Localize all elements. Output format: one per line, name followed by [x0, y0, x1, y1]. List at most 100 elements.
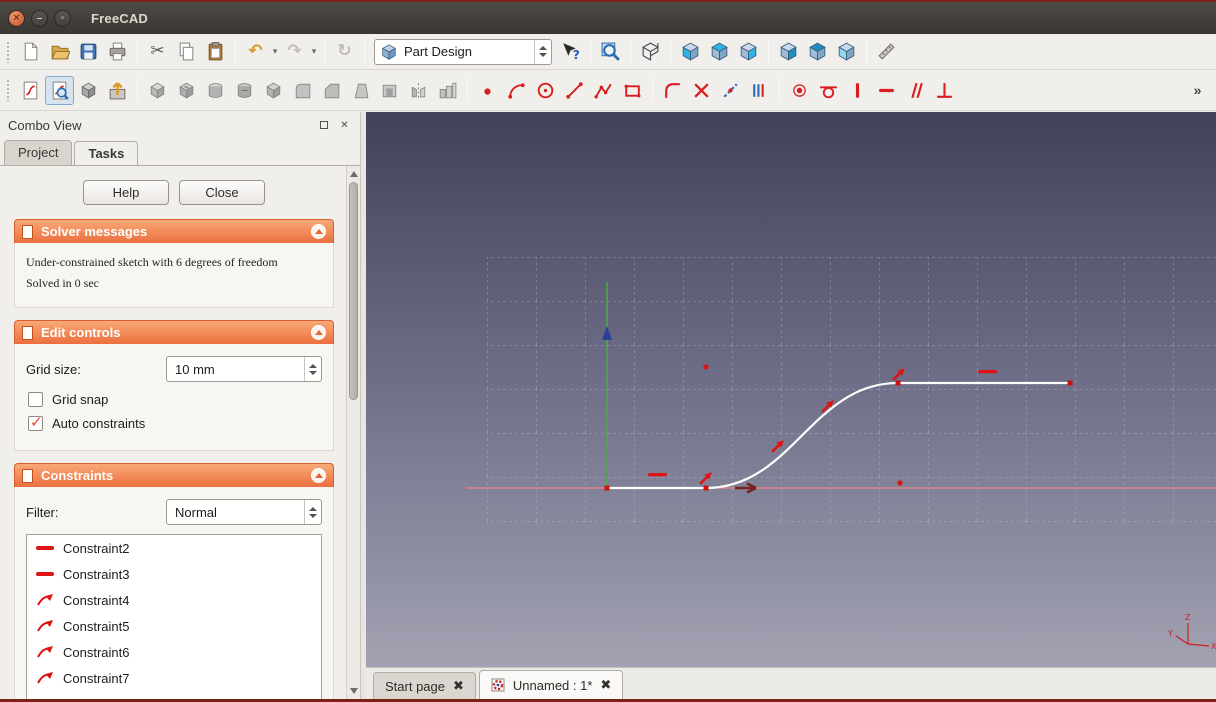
edit-controls-header[interactable]: Edit controls [14, 320, 334, 344]
carbon-copy-button[interactable] [745, 76, 774, 105]
scroll-down-arrow-icon[interactable] [350, 688, 358, 694]
auto-constraints-checkbox[interactable] [28, 413, 43, 431]
copy-button[interactable] [172, 37, 201, 66]
constraint-list-item[interactable]: Constraint3 [27, 561, 321, 587]
whats-this-button[interactable]: ? [556, 37, 585, 66]
close-task-button[interactable]: Close [179, 180, 265, 205]
save-document-button[interactable] [74, 37, 103, 66]
constrain-vertical-button[interactable] [843, 76, 872, 105]
thickness-button[interactable] [375, 76, 404, 105]
external-geometry-button[interactable] [716, 76, 745, 105]
constraint-list-item[interactable]: Constraint2 [27, 535, 321, 561]
constraint-list-item[interactable]: Constraint5 [27, 613, 321, 639]
collapse-section-button[interactable] [311, 224, 326, 239]
close-tab-icon[interactable]: ✖ [600, 678, 611, 693]
fillet-feature-button[interactable] [288, 76, 317, 105]
open-document-button[interactable] [45, 37, 74, 66]
trim-edge-button[interactable] [687, 76, 716, 105]
fit-all-button[interactable] [596, 37, 625, 66]
3d-scene[interactable]: Z Y X [366, 112, 1216, 667]
create-rectangle-button[interactable] [618, 76, 647, 105]
grid-snap-checkbox[interactable] [28, 392, 43, 407]
sketch-vertex[interactable] [703, 485, 709, 491]
view-left-button[interactable] [832, 37, 861, 66]
edit-sketch-button[interactable] [45, 75, 74, 105]
toolbar-grip[interactable] [6, 40, 11, 63]
toolbar-grip[interactable] [6, 79, 11, 101]
view-right-button[interactable] [734, 37, 763, 66]
sketch-point[interactable] [897, 480, 903, 486]
constraint-list-item[interactable]: Constraint7 [27, 665, 321, 691]
sketch-vertex[interactable] [1067, 380, 1073, 386]
workbench-spin-buttons[interactable] [534, 39, 551, 64]
new-document-button[interactable] [16, 37, 45, 66]
toolbar-overflow-button[interactable]: » [1183, 76, 1212, 105]
horizontal-constraint-marker[interactable] [978, 370, 997, 374]
redo-dropdown-arrow[interactable]: ▾ [309, 47, 319, 57]
window-close-button[interactable]: ✕ [8, 9, 25, 27]
groove-button[interactable] [230, 76, 259, 105]
constraint-filter-spin-buttons[interactable] [304, 500, 321, 524]
pad-button[interactable] [143, 76, 172, 105]
new-sketch-button[interactable] [16, 76, 45, 105]
tasks-scrollbar[interactable] [346, 166, 360, 699]
panel-close-button[interactable]: ✕ [337, 118, 352, 133]
3d-view[interactable]: Z Y X [366, 112, 1216, 667]
constrain-tangent-button[interactable] [814, 76, 843, 105]
constraint-list-item[interactable]: Constraint4 [27, 587, 321, 613]
leave-sketch-button[interactable] [103, 76, 132, 105]
grid-size-combo[interactable]: 10 mm [166, 356, 322, 382]
cut-button[interactable]: ✂ [143, 37, 172, 66]
create-arc-button[interactable] [502, 76, 531, 105]
constrain-horizontal-button[interactable] [872, 76, 901, 105]
solver-messages-header[interactable]: Solver messages [14, 219, 334, 243]
refresh-button[interactable]: ↻ [330, 37, 359, 66]
tab-start-page[interactable]: Start page ✖ [373, 672, 476, 699]
view-rear-button[interactable] [774, 37, 803, 66]
constrain-coincident-button[interactable] [785, 76, 814, 105]
sketch-point[interactable] [703, 364, 709, 370]
pocket-button[interactable] [172, 76, 201, 105]
scroll-up-arrow-icon[interactable] [350, 171, 358, 177]
window-maximize-button[interactable]: ▫ [54, 9, 71, 27]
constraint-list-item[interactable]: Constraint6 [27, 639, 321, 665]
sketch-fillet-button[interactable] [658, 76, 687, 105]
create-polyline-button[interactable] [589, 76, 618, 105]
chamfer-button[interactable] [317, 76, 346, 105]
create-circle-button[interactable] [531, 76, 560, 105]
constrain-perpendicular-button[interactable] [930, 76, 959, 105]
undo-button[interactable]: ↶ [241, 37, 270, 66]
window-minimize-button[interactable]: – [31, 9, 48, 27]
additive-loft-button[interactable] [259, 76, 288, 105]
draft-button[interactable] [346, 76, 375, 105]
view-bottom-button[interactable] [803, 37, 832, 66]
panel-float-button[interactable] [316, 118, 331, 133]
revolution-button[interactable] [201, 76, 230, 105]
collapse-section-button[interactable] [311, 325, 326, 340]
scrollbar-thumb[interactable] [349, 182, 358, 400]
axonometric-view-button[interactable] [636, 37, 665, 66]
workbench-selector[interactable]: Part Design [374, 38, 552, 65]
tab-tasks[interactable]: Tasks [74, 141, 139, 166]
tab-unnamed-document[interactable]: Unnamed : 1* ✖ [478, 670, 624, 699]
sketch-vertex[interactable] [895, 380, 901, 386]
grid-size-spin-buttons[interactable] [304, 357, 321, 381]
create-line-button[interactable] [560, 76, 589, 105]
paste-button[interactable] [201, 37, 230, 66]
constrain-parallel-button[interactable] [901, 76, 930, 105]
undo-dropdown-arrow[interactable]: ▾ [270, 47, 280, 57]
close-tab-icon[interactable]: ✖ [453, 679, 464, 694]
map-sketch-button[interactable] [74, 76, 103, 105]
sketch-vertex[interactable] [604, 485, 610, 491]
constraint-filter-combo[interactable]: Normal [166, 499, 322, 525]
view-front-button[interactable] [676, 37, 705, 66]
create-point-button[interactable] [473, 76, 502, 105]
measure-distance-button[interactable] [872, 37, 901, 66]
mirrored-button[interactable] [404, 76, 433, 105]
horizontal-constraint-marker[interactable] [648, 473, 667, 477]
linear-pattern-button[interactable] [433, 76, 462, 105]
view-top-button[interactable] [705, 37, 734, 66]
redo-button[interactable]: ↷ [280, 37, 309, 66]
collapse-section-button[interactable] [311, 468, 326, 483]
tab-project[interactable]: Project [4, 140, 73, 165]
